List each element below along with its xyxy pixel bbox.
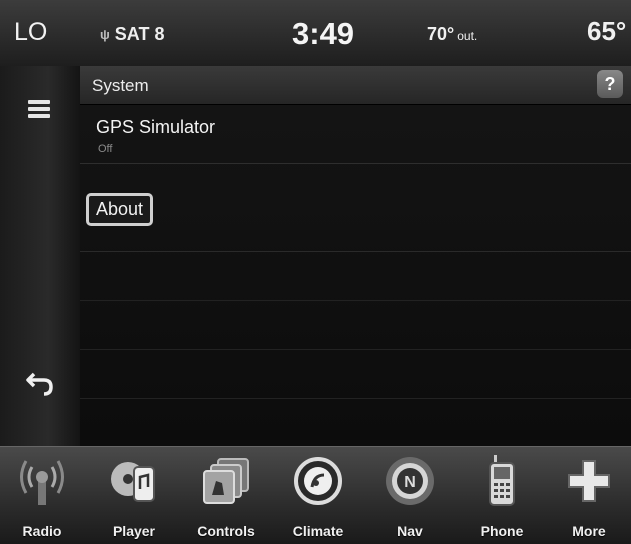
settings-panel: System ? GPS Simulator Off About <box>80 66 631 446</box>
nav-icon: N <box>386 457 434 505</box>
clock-time: 3:49 <box>292 16 355 51</box>
empty-list-row <box>80 301 631 350</box>
outside-temperature: 70° out. <box>427 24 477 45</box>
svg-text:N: N <box>404 474 416 491</box>
dock-label-nav: Nav <box>397 523 423 539</box>
menu-icon[interactable] <box>28 100 50 118</box>
cabin-temperature: 65° <box>587 16 627 46</box>
dock-player[interactable]: Player <box>96 453 172 541</box>
dock-nav[interactable]: N Nav <box>372 453 448 541</box>
more-icon <box>568 460 610 502</box>
dock-label-climate: Climate <box>292 523 344 539</box>
outside-temp-unit: out. <box>457 29 478 43</box>
gps-simulator-row[interactable]: GPS Simulator Off <box>80 105 631 164</box>
empty-list-row <box>80 350 631 399</box>
radio-icon <box>20 460 64 505</box>
lo-indicator: LO <box>14 18 48 46</box>
dock-label-phone: Phone <box>480 523 524 539</box>
dock-phone[interactable]: Phone <box>464 453 540 541</box>
satellite-status: ψ SAT 8 <box>100 24 164 45</box>
back-arrow-icon[interactable] <box>24 366 56 398</box>
dock-climate[interactable]: Climate <box>280 453 356 541</box>
climate-icon <box>294 457 342 505</box>
panel-header: System ? <box>80 66 631 105</box>
outside-temp-value: 70° <box>427 24 455 44</box>
phone-icon <box>489 455 515 506</box>
dock-controls[interactable]: Controls <box>188 453 264 541</box>
dock-label-radio: Radio <box>22 523 62 539</box>
empty-list-row <box>80 252 631 301</box>
dock-radio[interactable]: Radio <box>4 453 80 541</box>
status-bar: LO ψ SAT 8 3:49 70° out. 65° <box>0 0 631 66</box>
player-icon <box>111 462 155 502</box>
dock-label-controls: Controls <box>197 523 255 539</box>
gps-simulator-status: Off <box>98 143 113 155</box>
about-button[interactable]: About <box>86 193 154 226</box>
dock-label-player: Player <box>112 523 156 539</box>
help-button[interactable]: ? <box>597 70 623 98</box>
bottom-dock: Radio Player Controls Climate N Nav Phon… <box>0 446 631 544</box>
gps-simulator-label: GPS Simulator <box>96 117 216 137</box>
controls-icon <box>203 458 249 504</box>
about-row: About <box>80 163 631 252</box>
page-title: System <box>92 76 149 95</box>
satellite-count: SAT 8 <box>114 24 165 44</box>
satellite-icon: ψ <box>100 27 110 42</box>
left-control-strip <box>0 66 81 446</box>
dock-more[interactable]: More <box>551 453 627 541</box>
dock-label-more: More <box>572 523 606 539</box>
